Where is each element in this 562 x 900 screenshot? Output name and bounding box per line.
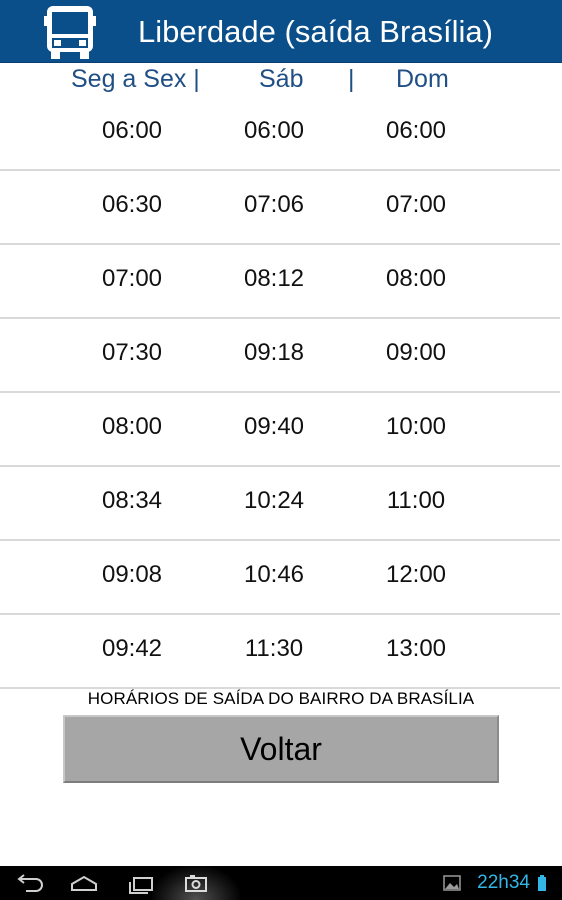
time-cell-saturday: 09:40 — [243, 413, 305, 440]
time-cell-saturday: 10:24 — [243, 487, 305, 514]
time-cell-sunday: 13:00 — [385, 635, 447, 662]
time-cell-weekdays: 07:30 — [101, 339, 163, 366]
page-title: Liberdade (saída Brasília) — [138, 14, 493, 49]
title-bar: Liberdade (saída Brasília) — [0, 0, 562, 63]
table-row: 07:00 08:12 08:00 — [0, 245, 562, 319]
schedule-table: 06:00 06:00 06:00 06:30 07:06 07:00 07:0… — [0, 97, 562, 689]
time-cell-sunday: 06:00 — [385, 117, 447, 144]
time-cell-sunday: 08:00 — [385, 265, 447, 292]
table-row: 09:42 11:30 13:00 — [0, 615, 562, 689]
table-row: 08:00 09:40 10:00 — [0, 393, 562, 467]
time-cell-saturday: 10:46 — [243, 561, 305, 588]
table-row: 06:30 07:06 07:00 — [0, 171, 562, 245]
time-cell-saturday: 08:12 — [243, 265, 305, 292]
time-cell-weekdays: 09:08 — [101, 561, 163, 588]
time-cell-weekdays: 09:42 — [101, 635, 163, 662]
table-row: 07:30 09:18 09:00 — [0, 319, 562, 393]
table-row: 06:00 06:00 06:00 — [0, 97, 562, 171]
battery-icon — [538, 875, 546, 891]
time-cell-weekdays: 08:00 — [101, 413, 163, 440]
time-cell-weekdays: 08:34 — [101, 487, 163, 514]
status-clock: 22h34 — [477, 872, 530, 893]
table-row: 08:34 10:24 11:00 — [0, 467, 562, 541]
bus-icon — [44, 6, 96, 59]
time-cell-saturday: 09:18 — [243, 339, 305, 366]
gallery-notification-icon — [443, 875, 461, 891]
home-icon[interactable] — [66, 870, 102, 896]
column-headers: Seg a Sex | Sáb | Dom — [0, 63, 562, 97]
time-cell-sunday: 10:00 — [385, 413, 447, 440]
time-cell-saturday: 07:06 — [243, 191, 305, 218]
app-screen: Liberdade (saída Brasília) Seg a Sex | S… — [0, 0, 562, 900]
column-header-saturday: Sáb — [259, 65, 304, 93]
screenshot-icon[interactable] — [178, 870, 214, 896]
time-cell-sunday: 09:00 — [385, 339, 447, 366]
system-navigation-bar: 22h34 — [0, 866, 562, 900]
time-cell-sunday: 11:00 — [386, 487, 446, 514]
back-button[interactable]: Voltar — [63, 715, 499, 783]
time-cell-weekdays: 06:30 — [101, 191, 163, 218]
table-row: 09:08 10:46 12:00 — [0, 541, 562, 615]
time-cell-saturday: 06:00 — [243, 117, 305, 144]
time-cell-weekdays: 06:00 — [101, 117, 163, 144]
column-header-weekdays: Seg a Sex | — [71, 65, 200, 93]
back-icon[interactable] — [12, 870, 48, 896]
time-cell-sunday: 07:00 — [385, 191, 447, 218]
column-header-separator: | — [348, 65, 355, 93]
back-button-label: Voltar — [240, 731, 322, 767]
time-cell-sunday: 12:00 — [385, 561, 447, 588]
column-header-sunday: Dom — [396, 65, 449, 93]
time-cell-saturday: 11:30 — [244, 635, 304, 662]
time-cell-weekdays: 07:00 — [101, 265, 163, 292]
departure-info-label: HORÁRIOS DE SAÍDA DO BAIRRO DA BRASÍLIA — [87, 689, 475, 708]
